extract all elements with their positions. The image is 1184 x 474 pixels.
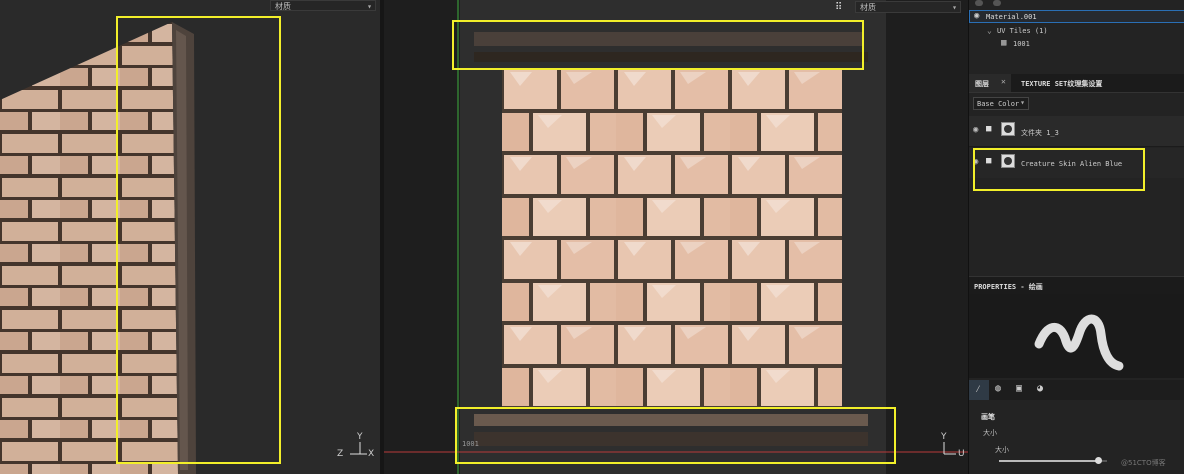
folder-icon: ■: [986, 124, 992, 134]
top-icon[interactable]: [993, 0, 1001, 6]
axis-gizmo-2d: Y U: [936, 432, 966, 464]
viewport-3d[interactable]: 材质 ▾ Y Z X: [0, 0, 380, 474]
tree-item-material[interactable]: ◉ Material.001: [969, 10, 1184, 23]
size-sub-label: 大小: [995, 446, 1009, 454]
properties-header: PROPERTIES - 绘画: [969, 276, 1184, 295]
tree-tile-label: 1001: [1013, 40, 1030, 48]
eye-icon[interactable]: ◉: [974, 11, 979, 21]
tab-layers-label: 图层: [975, 80, 989, 88]
layer-mask-thumbnail[interactable]: [1001, 122, 1015, 136]
layer-row[interactable]: ◉ ■ 文件夹 1_3: [969, 116, 1184, 147]
highlight-box-layer: [973, 148, 1145, 191]
wall-3d-render: [0, 22, 196, 474]
tree-item-uv-tiles[interactable]: ⌄ UV Tiles (1): [969, 25, 1184, 37]
material-icon[interactable]: ▣: [1016, 383, 1022, 394]
brush-section-title: 画笔: [981, 413, 995, 421]
axis-y-label: Y: [357, 432, 363, 442]
viewport-2d[interactable]: 1001 ⠿ 材质 ▾ Y U: [384, 0, 968, 474]
channel-select-value: Base Color: [977, 100, 1020, 108]
axis-z-label: Z: [337, 449, 344, 459]
stencil-icon[interactable]: ◕: [1037, 383, 1043, 394]
axis-x-label: X: [368, 449, 375, 459]
top-icon[interactable]: [975, 0, 983, 6]
brush-icon[interactable]: ⁄: [975, 384, 981, 396]
grid-icon: ▦: [1001, 38, 1007, 48]
panel-tab-bar: 图层 ✕ TEXTURE SET纹理集设置: [969, 74, 1184, 93]
size-slider-track[interactable]: [999, 457, 1107, 464]
tree-item-tile[interactable]: ▦ 1001: [969, 38, 1184, 50]
axis-gizmo-3d: Y Z X: [336, 432, 376, 466]
axis-u-label: U: [958, 449, 965, 459]
grid-dots-icon[interactable]: ⠿: [835, 2, 849, 14]
material-dropdown-3d[interactable]: 材质 ▾: [270, 0, 376, 11]
tab-texture-set-label: TEXTURE SET纹理集设置: [1021, 80, 1103, 88]
tab-layers[interactable]: 图层 ✕: [969, 74, 1011, 92]
brush-preview: [969, 294, 1184, 378]
layer-name: 文件夹 1_3: [1021, 129, 1059, 137]
chevron-down-icon[interactable]: ⌄: [987, 26, 992, 35]
uv-tile-label: 1001: [462, 440, 479, 448]
size-label: 大小: [983, 429, 997, 437]
alpha-icon[interactable]: ◍: [995, 383, 1001, 394]
tree-material-label: Material.001: [986, 13, 1037, 21]
channel-select[interactable]: Base Color ▾: [973, 97, 1029, 110]
tree-uv-tiles-label: UV Tiles (1): [997, 27, 1048, 35]
right-panel: ◉ Material.001 ⌄ UV Tiles (1) ▦ 1001 图层 …: [968, 0, 1184, 474]
material-dropdown-value: 材质: [860, 3, 876, 12]
size-slider-fill: [999, 460, 1099, 462]
brick-texture-2d: [384, 0, 968, 474]
properties-icon-bar: ⁄ ◍ ▣ ◕: [969, 380, 1184, 400]
material-dropdown-2d[interactable]: 材质 ▾: [855, 1, 961, 13]
chevron-down-icon: ▾: [367, 2, 372, 11]
eye-icon[interactable]: ◉: [973, 125, 978, 135]
properties-title: PROPERTIES - 绘画: [974, 283, 1043, 291]
material-dropdown-value: 材质: [275, 2, 291, 11]
tab-texture-set[interactable]: TEXTURE SET纹理集设置: [1015, 74, 1119, 92]
chevron-down-icon: ▾: [952, 3, 957, 12]
chevron-down-icon: ▾: [1020, 98, 1025, 107]
axis-y-label: Y: [941, 432, 947, 442]
watermark: @51CTO博客: [1121, 459, 1166, 467]
size-slider-handle[interactable]: [1095, 457, 1103, 464]
close-icon[interactable]: ✕: [1001, 77, 1006, 86]
